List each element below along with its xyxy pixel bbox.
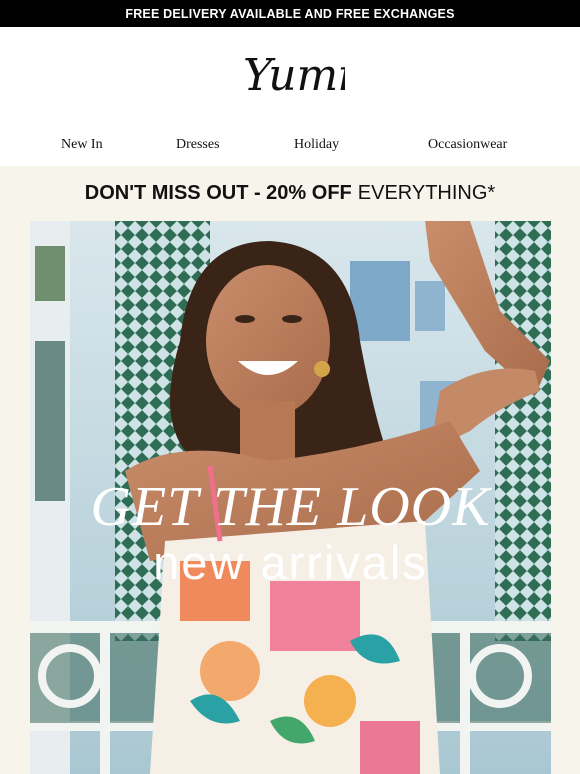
main-nav: New In Dresses Holiday Occasionwear: [0, 127, 580, 166]
hero-headline: GET THE LOOK: [90, 476, 491, 538]
nav-item-holiday[interactable]: Holiday: [294, 137, 339, 153]
promo-bold-text: DON'T MISS OUT - 20% OFF: [84, 182, 352, 204]
content-area: DON'T MISS OUT - 20% OFF EVERYTHING* GET…: [0, 166, 580, 774]
nav-item-dresses[interactable]: Dresses: [176, 137, 220, 153]
nav-item-occasionwear[interactable]: Occasionwear: [428, 137, 507, 153]
hero-image[interactable]: GET THE LOOK new arrivals: [30, 221, 551, 774]
hero-subheadline: new arrivals: [153, 536, 428, 589]
brand-logo-text: Yumi: [243, 50, 345, 101]
nav-item-new-in[interactable]: New In: [61, 137, 103, 153]
announcement-bar: FREE DELIVERY AVAILABLE AND FREE EXCHANG…: [0, 0, 580, 27]
promo-banner[interactable]: DON'T MISS OUT - 20% OFF EVERYTHING*: [0, 166, 580, 221]
announcement-text: FREE DELIVERY AVAILABLE AND FREE EXCHANG…: [125, 6, 455, 21]
header: Yumi: [0, 27, 580, 127]
brand-logo[interactable]: Yumi: [235, 42, 345, 112]
promo-regular-text: EVERYTHING*: [357, 182, 496, 204]
